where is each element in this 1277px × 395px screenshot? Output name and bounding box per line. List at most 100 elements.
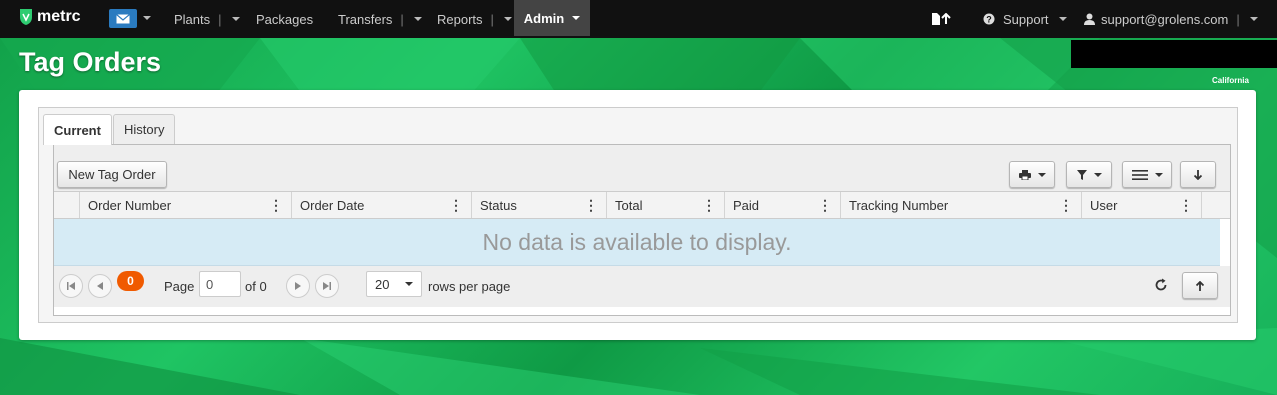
first-page-button[interactable] [59,274,83,298]
column-header-order-number[interactable]: Order Number ⋮ [79,192,291,218]
column-menu-icon[interactable]: ⋮ [818,198,832,212]
tab-container: Current History New Tag Order Order Numb… [38,107,1238,323]
record-count-badge: 0 [117,271,144,291]
column-label: Paid [733,197,760,213]
last-page-icon [323,282,331,290]
user-icon [1084,13,1095,25]
nav-support-label: Support [1003,11,1049,27]
page-title: Tag Orders [19,47,162,77]
column-header-total[interactable]: Total ⋮ [606,192,724,218]
nav-reports[interactable]: Reports | [437,0,512,38]
page-label: Page [164,279,195,294]
chevron-down-icon [572,16,581,20]
column-menu-icon[interactable]: ⋮ [584,198,598,212]
chevron-down-icon [503,17,512,21]
brand-name: metrc [37,8,81,25]
region-label: California [1212,76,1249,85]
grid-pager: 0 Page of 0 20 rows per page [54,266,1230,307]
filter-button[interactable] [1066,161,1112,188]
column-label: Order Date [300,197,365,213]
user-email: support@grolens.com [1101,11,1229,27]
tab-current[interactable]: Current [43,114,112,145]
column-label: Total [615,197,643,213]
rows-per-page-label: rows per page [428,279,511,294]
scroll-top-button[interactable] [1182,272,1218,299]
refresh-icon [1155,278,1167,291]
nav-plants[interactable]: Plants | [174,0,240,38]
empty-state-message: No data is available to display. [54,219,1220,266]
refresh-button[interactable] [1154,278,1170,294]
first-page-icon [67,282,75,290]
download-button[interactable] [1180,161,1216,188]
nav-user-menu[interactable]: support@grolens.com | [1084,0,1258,38]
tab-current-label: Current [54,122,101,138]
chevron-down-icon [231,17,240,21]
last-page-button[interactable] [315,274,339,298]
chevron-down-icon [405,282,413,286]
chevron-down-icon [1154,172,1163,177]
nav-support[interactable]: ? Support [983,0,1067,38]
tab-history[interactable]: History [113,114,176,144]
envelope-icon [116,13,130,23]
file-upload-icon [932,13,951,25]
column-menu-icon[interactable]: ⋮ [449,198,463,212]
grid-toolbar: New Tag Order [54,145,1230,191]
next-page-button[interactable] [286,274,310,298]
prev-page-icon [97,282,103,290]
nav-packages[interactable]: Packages [256,0,313,38]
nav-plants-label: Plants [174,11,211,27]
column-menu-icon[interactable]: ⋮ [1059,198,1073,212]
top-navbar: metrc Plants | Packages Transfers | Repo… [0,0,1277,38]
upload-file-button[interactable] [931,0,951,38]
chevron-down-icon [1037,172,1046,177]
page-total-label: of 0 [245,279,267,294]
prev-page-button[interactable] [88,274,112,298]
column-header-spacer [1201,192,1220,218]
column-header-order-date[interactable]: Order Date ⋮ [291,192,471,218]
chevron-down-icon [413,17,422,21]
new-tag-order-button[interactable]: New Tag Order [57,161,167,188]
chevron-down-icon [1093,172,1102,177]
main-panel: Current History New Tag Order Order Numb… [19,90,1256,340]
nav-admin-label: Admin [523,10,565,26]
messages-button[interactable] [109,9,137,28]
nav-transfers-label: Transfers [338,11,393,27]
column-header-status[interactable]: Status ⋮ [471,192,606,218]
column-menu-icon[interactable]: ⋮ [1179,198,1193,212]
column-menu-icon[interactable]: ⋮ [269,198,283,212]
nav-packages-label: Packages [256,11,314,27]
nav-transfers[interactable]: Transfers | [338,0,422,38]
svg-text:?: ? [986,15,992,25]
arrow-down-icon [1194,169,1202,180]
nav-reports-label: Reports [437,11,483,27]
list-menu-icon [1131,169,1148,180]
rows-per-page-value: 20 [375,276,390,292]
column-label: Order Number [88,197,172,213]
column-header-paid[interactable]: Paid ⋮ [724,192,840,218]
new-tag-order-label: New Tag Order [68,167,156,182]
tab-history-label: History [124,122,165,137]
column-label: Status [480,197,517,213]
printer-icon [1018,169,1031,180]
filter-icon [1076,169,1087,180]
page-number-input[interactable] [199,271,241,297]
messages-caret-icon[interactable] [143,16,151,20]
redacted-box [1071,40,1277,68]
print-button[interactable] [1009,161,1055,188]
next-page-icon [295,282,301,290]
nav-admin[interactable]: Admin [514,0,590,36]
column-menu-icon[interactable]: ⋮ [702,198,716,212]
chevron-down-icon [1058,17,1067,21]
arrow-up-icon [1196,280,1204,291]
column-header-tracking-number[interactable]: Tracking Number ⋮ [840,192,1081,218]
rows-per-page-select[interactable]: 20 [366,271,422,297]
column-header-user[interactable]: User ⋮ [1081,192,1201,218]
leaf-shield-icon [20,9,32,25]
grid-header-row: Order Number ⋮ Order Date ⋮ Status ⋮ Tot… [54,191,1230,219]
columns-menu-button[interactable] [1122,161,1172,188]
column-header-select[interactable] [54,192,79,218]
column-label: Tracking Number [849,197,949,213]
question-circle-icon: ? [983,13,995,25]
brand-logo[interactable]: metrc [18,8,81,26]
column-label: User [1090,197,1118,213]
